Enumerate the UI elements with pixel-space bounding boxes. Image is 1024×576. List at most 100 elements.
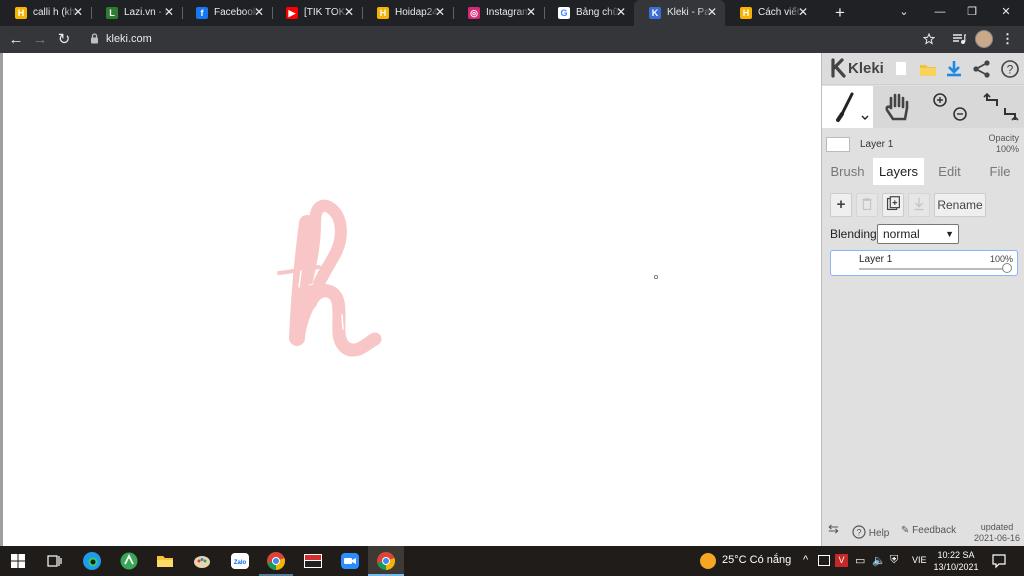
- brush-icon: [836, 92, 869, 122]
- blending-select[interactable]: normal ▼: [877, 224, 959, 244]
- profile-avatar[interactable]: [975, 30, 993, 48]
- feedback-link[interactable]: ✎ Feedback: [901, 525, 956, 537]
- notification-icon[interactable]: [991, 553, 1007, 569]
- edge-icon[interactable]: [81, 550, 103, 572]
- close-tab-icon[interactable]: ✕: [707, 5, 717, 19]
- add-layer-button[interactable]: +: [830, 193, 852, 217]
- browser-tab[interactable]: K Kleki - Pain✕: [634, 0, 725, 26]
- current-layer-row[interactable]: Layer 1 Opacity 100%: [822, 131, 1024, 157]
- merge-layer-button[interactable]: [908, 193, 930, 217]
- sun-icon[interactable]: [700, 553, 716, 569]
- vivaldi-tray-icon[interactable]: V: [835, 554, 848, 567]
- swap-side-icon[interactable]: ⇆: [828, 522, 839, 535]
- drawing-layer: [277, 199, 659, 357]
- system-clock[interactable]: 10:22 SA 13/10/2021: [930, 549, 982, 573]
- browser-tab[interactable]: L Lazi.vn - C ✕: [91, 0, 182, 26]
- layer-card-opacity: 100%: [989, 254, 1013, 264]
- brush-tool-button[interactable]: [822, 86, 873, 128]
- back-button[interactable]: ←: [6, 30, 26, 50]
- close-window-button[interactable]: ✕: [996, 3, 1016, 21]
- delete-layer-button[interactable]: [856, 193, 878, 217]
- close-tab-icon[interactable]: ✕: [616, 5, 626, 19]
- kleki-icon: K: [649, 7, 661, 19]
- lazi-icon: L: [106, 7, 118, 19]
- url-text: kleki.com: [106, 33, 152, 45]
- minimize-button[interactable]: —: [930, 3, 950, 21]
- layer-opacity-knob[interactable]: [1002, 263, 1012, 273]
- chrome-icon[interactable]: [375, 550, 397, 572]
- download-icon[interactable]: [944, 59, 964, 79]
- address-bar[interactable]: [83, 30, 943, 48]
- media-icon[interactable]: [952, 32, 966, 46]
- close-tab-icon[interactable]: ✕: [435, 5, 445, 19]
- browser-tab[interactable]: ◎ Instagram ✕: [453, 0, 544, 26]
- paint-app-icon[interactable]: [191, 550, 213, 572]
- zalo-icon[interactable]: Zalo: [229, 550, 251, 572]
- zoom-buttons[interactable]: [924, 86, 975, 128]
- help-link[interactable]: ? Help: [852, 525, 889, 540]
- tab-title: Facebook: [214, 7, 258, 18]
- layer-opacity-slider[interactable]: [859, 268, 1011, 270]
- windows-start-icon[interactable]: [7, 550, 29, 572]
- task-view-icon[interactable]: [43, 550, 65, 572]
- zoom-icon[interactable]: [339, 550, 361, 572]
- file-explorer-icon[interactable]: [154, 550, 176, 572]
- network-icon[interactable]: ▭: [855, 554, 865, 567]
- youtube-icon: ▶: [286, 7, 298, 19]
- chrome-icon[interactable]: [265, 550, 287, 572]
- tool-row: [822, 86, 1024, 128]
- tray-app-icon[interactable]: [818, 555, 830, 566]
- open-folder-icon[interactable]: [918, 59, 938, 79]
- browser-tab[interactable]: H Hoidap247 ✕: [362, 0, 453, 26]
- green-app-icon[interactable]: [118, 550, 140, 572]
- hand-icon: [885, 93, 909, 121]
- tab-layers[interactable]: Layers: [873, 158, 924, 185]
- tab-brush[interactable]: Brush: [822, 158, 873, 185]
- tab-title: Lazi.vn - C: [124, 7, 168, 18]
- menu-icon[interactable]: ⋮: [1001, 30, 1014, 48]
- updated-info: updated 2021-06-16: [972, 522, 1022, 544]
- security-tray-icon[interactable]: ⛨: [890, 554, 898, 567]
- tab-edit[interactable]: Edit: [924, 158, 975, 185]
- close-tab-icon[interactable]: ✕: [526, 5, 536, 19]
- restore-button[interactable]: ❐: [962, 3, 982, 21]
- tab-search-icon[interactable]: ⌄: [894, 3, 914, 21]
- drawing-canvas[interactable]: [3, 53, 821, 546]
- close-tab-icon[interactable]: ✕: [73, 5, 83, 19]
- weather-widget[interactable]: 25°C Có nắng: [722, 554, 791, 566]
- close-tab-icon[interactable]: ✕: [798, 5, 808, 19]
- browser-tab[interactable]: G Bảng chữ c✕: [543, 0, 634, 26]
- rename-layer-button[interactable]: Rename: [934, 193, 986, 217]
- new-tab-button[interactable]: +: [831, 4, 849, 22]
- new-image-icon[interactable]: [892, 59, 912, 79]
- reload-button[interactable]: ↻: [54, 30, 74, 50]
- chevron-up-icon[interactable]: ^: [803, 554, 808, 566]
- share-icon[interactable]: [972, 59, 992, 79]
- chevron-down-icon: ▼: [945, 229, 954, 239]
- help-icon[interactable]: ?: [1000, 59, 1020, 79]
- tab-title: Instagram: [486, 7, 530, 18]
- layer-list-item[interactable]: Layer 1 100%: [830, 250, 1018, 276]
- duplicate-layer-button[interactable]: [882, 193, 904, 217]
- game-app-icon[interactable]: [302, 550, 324, 572]
- volume-icon[interactable]: 🔈: [872, 554, 886, 567]
- rotate-buttons[interactable]: [975, 86, 1024, 128]
- star-icon[interactable]: [923, 33, 935, 45]
- browser-tab[interactable]: Hcalli h (khô ✕: [0, 0, 91, 26]
- close-tab-icon[interactable]: ✕: [344, 5, 354, 19]
- browser-tab[interactable]: H Cách viết c✕: [725, 0, 816, 26]
- language-indicator[interactable]: VIE: [912, 555, 927, 565]
- opacity-label: Opacity: [988, 133, 1019, 143]
- sidebar-footer: ⇆ ? Help ✎ Feedback updated 2021-06-16: [822, 519, 1024, 546]
- clock-date: 13/10/2021: [933, 562, 979, 572]
- browser-tab-strip: Hcalli h (khô ✕ L Lazi.vn - C ✕ f Facebook ✕ ▶ [T…: [0, 0, 1024, 26]
- hand-tool-button[interactable]: [873, 86, 924, 128]
- browser-tab[interactable]: ▶ [TIK TOK R✕: [271, 0, 362, 26]
- hoidap-icon: H: [740, 7, 752, 19]
- browser-tab[interactable]: f Facebook ✕: [181, 0, 272, 26]
- close-tab-icon[interactable]: ✕: [164, 5, 174, 19]
- forward-button[interactable]: →: [30, 30, 50, 50]
- tab-file[interactable]: File: [975, 158, 1024, 185]
- blending-value: normal: [883, 227, 920, 241]
- close-tab-icon[interactable]: ✕: [254, 5, 264, 19]
